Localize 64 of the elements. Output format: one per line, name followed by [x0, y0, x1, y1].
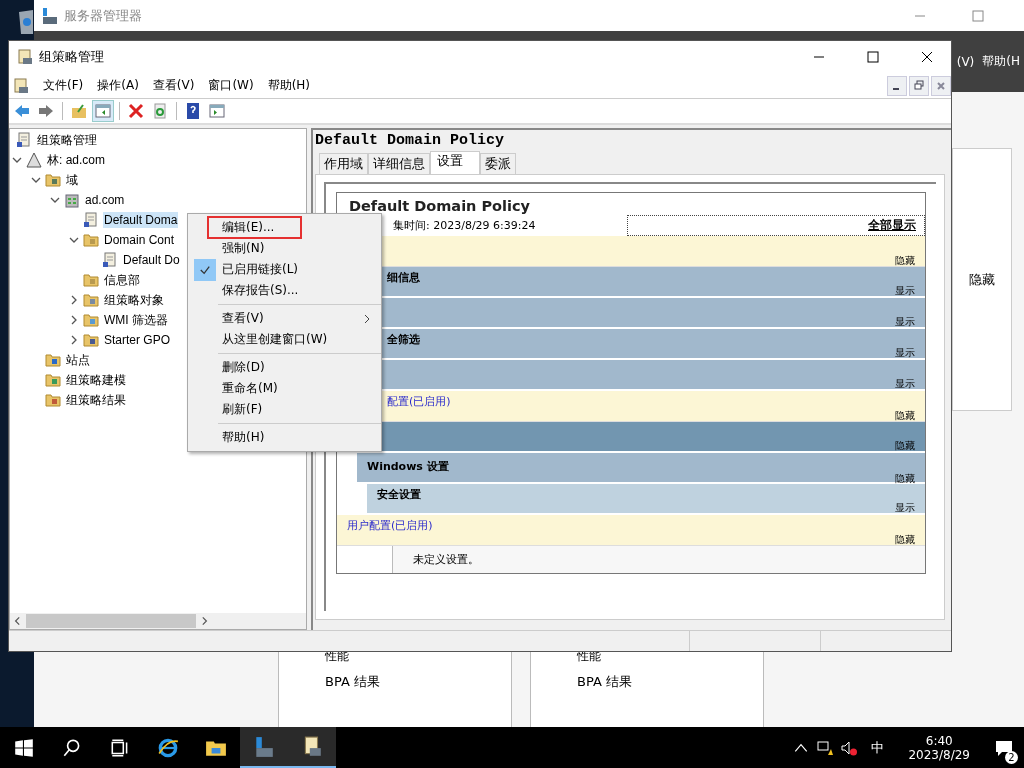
menu-item[interactable]: 帮助(H: [982, 53, 1020, 70]
hide-link[interactable]: 隐藏: [969, 270, 995, 289]
section-label: 安全设置: [377, 487, 422, 502]
show-all-link[interactable]: 全部显示: [627, 214, 925, 236]
tree-item[interactable]: 组策略对象: [103, 290, 165, 310]
tree-item[interactable]: 域: [65, 170, 79, 190]
section-label: 用户配置(已启用): [347, 518, 434, 533]
collected-time: 集时间: 2023/8/29 6:39:24: [393, 217, 536, 233]
policy-heading: Default Domain Policy: [315, 132, 506, 150]
menu-item[interactable]: 已启用链接(L): [188, 259, 381, 280]
tile-label[interactable]: BPA 结果: [325, 673, 511, 691]
menu-item[interactable]: 查看(V): [152, 77, 195, 94]
tree-item[interactable]: ad.com: [84, 192, 126, 208]
toggle-link[interactable]: 显示: [895, 348, 915, 358]
report-title: Default Domain Policy: [348, 197, 532, 214]
menu-item[interactable]: 窗口(W): [208, 77, 254, 94]
toggle-link[interactable]: 显示: [895, 503, 915, 513]
tab[interactable]: 作用域: [319, 153, 368, 174]
tree-item[interactable]: Starter GPO: [103, 332, 172, 348]
tile-label[interactable]: BPA 结果: [577, 673, 763, 691]
toggle-link[interactable]: 隐藏: [895, 535, 915, 545]
section-label: 全筛选: [387, 332, 421, 347]
toggle-link[interactable]: 隐藏: [895, 474, 915, 484]
menu-item[interactable]: 帮助(H): [188, 427, 381, 448]
note-text: 未定义设置。: [412, 552, 479, 567]
window-title: 组策略管理: [39, 48, 104, 66]
tree-item[interactable]: 站点: [65, 350, 91, 370]
section-label: 配置(已启用): [387, 394, 452, 409]
tree-item[interactable]: 林: ad.com: [46, 150, 107, 170]
toggle-link[interactable]: 隐藏: [895, 256, 915, 266]
notification-badge: 2: [1005, 750, 1018, 764]
toggle-link[interactable]: 显示: [895, 286, 915, 296]
menu-item[interactable]: 从这里创建窗口(W): [188, 329, 381, 350]
menu-item[interactable]: 帮助(H): [267, 77, 311, 94]
menu-item[interactable]: (V): [956, 54, 975, 69]
tree-item[interactable]: 信息部: [103, 270, 141, 290]
tree-item[interactable]: Domain Cont: [103, 232, 176, 248]
tab[interactable]: 详细信息: [368, 153, 430, 174]
tree-item[interactable]: Default Do: [122, 252, 181, 268]
menu-item[interactable]: 删除(D): [188, 357, 381, 378]
tree-item[interactable]: 组策略管理: [36, 130, 98, 150]
tree-item[interactable]: 组策略结果: [65, 390, 127, 410]
section-label: Windows 设置: [367, 459, 450, 474]
tree-item[interactable]: 组策略建模: [65, 370, 127, 390]
menu-item[interactable]: 保存报告(S)...: [188, 280, 381, 301]
menu-item[interactable]: 重命名(M): [188, 378, 381, 399]
clock[interactable]: 6:40 2023/8/29: [908, 733, 970, 762]
tree-item[interactable]: Default Doma: [103, 212, 179, 228]
tab[interactable]: 委派: [480, 153, 516, 174]
section-label: 细信息: [387, 270, 421, 285]
toggle-link[interactable]: 显示: [895, 379, 915, 389]
menu-item[interactable]: 刷新(F): [188, 399, 381, 420]
menu-item[interactable]: 强制(N): [188, 238, 381, 259]
menu-item[interactable]: 文件(F): [43, 77, 84, 94]
tree-item[interactable]: WMI 筛选器: [103, 310, 169, 330]
window-title: 服务器管理器: [64, 6, 142, 25]
menu-item[interactable]: 编辑(E)...: [208, 217, 301, 238]
toggle-link[interactable]: 隐藏: [895, 411, 915, 421]
menu-item[interactable]: 操作(A): [97, 77, 139, 94]
tab[interactable]: 设置: [430, 151, 480, 174]
menu-item[interactable]: 查看(V): [188, 308, 381, 329]
toggle-link[interactable]: 显示: [895, 317, 915, 327]
ime-indicator[interactable]: 中: [871, 738, 885, 757]
toggle-link[interactable]: 隐藏: [895, 441, 915, 451]
